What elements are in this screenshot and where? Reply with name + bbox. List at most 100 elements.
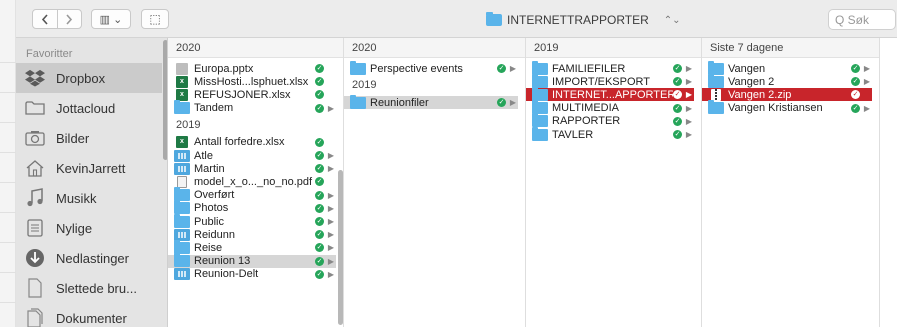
file-row[interactable]: Reunion-Delt ✓ ▶ bbox=[168, 268, 336, 281]
file-row[interactable]: Overført ✓ ▶ bbox=[168, 187, 336, 202]
file-row[interactable]: Vangen 2 ✓ ▶ bbox=[702, 73, 872, 88]
excel-file-icon: x bbox=[176, 75, 188, 88]
column-scrollbar[interactable] bbox=[338, 170, 343, 325]
file-row[interactable]: Atle ✓ ▶ bbox=[168, 149, 336, 162]
file-row[interactable]: Reunion 13 ✓ ▶ bbox=[168, 253, 336, 268]
file-row[interactable]: Martin ✓ ▶ bbox=[168, 162, 336, 175]
disclosure-arrow-icon: ▶ bbox=[327, 230, 335, 240]
file-name: Tandem bbox=[194, 102, 234, 115]
column-header: 2019 bbox=[526, 38, 701, 58]
file-row[interactable]: Reidunn ✓ ▶ bbox=[168, 228, 336, 241]
title-chevron-icon: ⌃⌄ bbox=[663, 14, 681, 26]
window-title[interactable]: INTERNETTRAPPORTER ⌃⌄ bbox=[486, 10, 681, 30]
disclosure-arrow-icon: ▶ bbox=[685, 77, 693, 87]
sidebar-item-bilder[interactable]: Bilder bbox=[16, 123, 162, 153]
pdf-file-icon bbox=[177, 175, 187, 188]
sidebar-item-dokumenter[interactable]: Dokumenter bbox=[16, 303, 162, 327]
document-outline-icon bbox=[24, 278, 46, 298]
disclosure-arrow-icon: ▶ bbox=[327, 103, 335, 113]
sync-status-icon: ✓ bbox=[315, 164, 324, 174]
sidebar-item-label: Nedlastinger bbox=[56, 250, 129, 266]
folder-icon bbox=[174, 213, 190, 228]
disclosure-arrow-icon: ▶ bbox=[509, 98, 517, 108]
file-row[interactable]: model_x_o..._no_no.pdf ✓ bbox=[168, 175, 336, 188]
sidebar-item-slettede-bru[interactable]: Slettede bru... bbox=[16, 273, 162, 303]
folder-icon bbox=[174, 239, 190, 254]
folder-icon bbox=[708, 73, 724, 88]
view-options-button[interactable]: ▥ ⌄ bbox=[91, 9, 131, 29]
file-row[interactable]: Reunionfiler ✓ ▶ bbox=[344, 94, 518, 110]
folder-icon bbox=[350, 60, 366, 75]
folder-icon bbox=[532, 86, 548, 101]
file-name: INTERNET...APPORTER bbox=[552, 88, 673, 101]
search-field[interactable]: Q Søk bbox=[828, 9, 896, 30]
sync-status-icon: ✓ bbox=[497, 64, 506, 73]
sidebar-item-musikk[interactable]: Musikk bbox=[16, 183, 162, 213]
disclosure-arrow-icon: ▶ bbox=[863, 103, 871, 113]
sidebar-item-label: Musikk bbox=[56, 190, 97, 206]
file-row[interactable]: Vangen 2.zip ✓ bbox=[702, 88, 872, 102]
disclosure-arrow-icon: ▶ bbox=[685, 90, 693, 100]
sync-status-icon: ✓ bbox=[315, 190, 324, 200]
disclosure-arrow-icon: ▶ bbox=[327, 256, 335, 266]
folder-icon bbox=[708, 100, 724, 115]
sync-status-icon: ✓ bbox=[315, 256, 324, 266]
disclosure-arrow-icon: ▶ bbox=[327, 151, 335, 160]
sidebar-item-dropbox[interactable]: Dropbox bbox=[16, 63, 162, 93]
sidebar-item-kevinjarrett[interactable]: KevinJarrett bbox=[16, 153, 162, 183]
folder-outline-icon bbox=[24, 98, 46, 118]
disclosure-arrow-icon: ▶ bbox=[863, 77, 871, 87]
folder-icon bbox=[532, 113, 548, 128]
powerpoint-file-icon bbox=[176, 62, 188, 75]
sync-status-icon: ✓ bbox=[673, 130, 682, 139]
sidebar-item-label: Bilder bbox=[56, 130, 90, 146]
file-row[interactable]: x Antall forfedre.xlsx ✓ bbox=[168, 136, 336, 149]
file-name: Vangen 2 bbox=[728, 75, 775, 88]
folder-icon bbox=[350, 94, 366, 109]
file-name: Public bbox=[194, 215, 224, 228]
file-row[interactable]: Vangen Kristiansen ✓ ▶ bbox=[702, 100, 872, 115]
file-name: Martin bbox=[194, 162, 225, 175]
disclosure-arrow-icon: ▶ bbox=[685, 64, 693, 73]
new-tab-button[interactable]: ⬚ bbox=[141, 9, 169, 29]
file-name: Perspective events bbox=[370, 62, 463, 75]
sidebar-item-label: Dropbox bbox=[56, 70, 106, 86]
file-name: IMPORT/EKSPORT bbox=[552, 75, 651, 88]
file-row[interactable]: TAVLER ✓ ▶ bbox=[526, 126, 694, 141]
file-row[interactable]: Vangen ✓ ▶ bbox=[702, 60, 872, 75]
file-row[interactable]: Reise ✓ ▶ bbox=[168, 239, 336, 254]
file-row[interactable]: x REFUSJONER.xlsx ✓ bbox=[168, 88, 336, 101]
file-name: RAPPORTER bbox=[552, 115, 621, 128]
zip-file-icon bbox=[711, 88, 721, 101]
sync-status-icon: ✓ bbox=[315, 203, 324, 213]
file-row[interactable]: Public ✓ ▶ bbox=[168, 213, 336, 228]
disclosure-arrow-icon: ▶ bbox=[685, 116, 693, 126]
disclosure-arrow-icon: ▶ bbox=[327, 269, 335, 279]
column-header: 2020 bbox=[168, 38, 343, 58]
file-row[interactable]: x MissHosti...lsphuet.xlsx ✓ bbox=[168, 75, 336, 88]
file-row[interactable]: MULTIMEDIA ✓ ▶ bbox=[526, 100, 694, 115]
sidebar-item-label: Slettede bru... bbox=[56, 280, 137, 296]
sync-status-icon: ✓ bbox=[851, 64, 860, 73]
sync-status-icon: ✓ bbox=[315, 243, 324, 253]
sidebar-item-nedlastinger[interactable]: Nedlastinger bbox=[16, 243, 162, 273]
disclosure-arrow-icon: ▶ bbox=[685, 130, 693, 139]
sync-status-icon: ✓ bbox=[315, 177, 324, 187]
file-name: Reunionfiler bbox=[370, 96, 429, 109]
file-row[interactable]: Photos ✓ ▶ bbox=[168, 200, 336, 215]
file-row[interactable]: IMPORT/EKSPORT ✓ ▶ bbox=[526, 73, 694, 88]
sync-status-icon: ✓ bbox=[673, 90, 682, 100]
back-button[interactable] bbox=[33, 10, 57, 28]
file-row[interactable]: RAPPORTER ✓ ▶ bbox=[526, 113, 694, 128]
sync-status-icon: ✓ bbox=[673, 116, 682, 126]
file-row[interactable]: INTERNET...APPORTER ✓ ▶ bbox=[526, 86, 694, 102]
file-row[interactable]: Perspective events ✓ ▶ bbox=[344, 60, 518, 75]
sidebar-item-nylige[interactable]: Nylige bbox=[16, 213, 162, 243]
file-row[interactable]: FAMILIEFILER ✓ ▶ bbox=[526, 60, 694, 75]
file-row[interactable]: Tandem ✓ ▶ bbox=[168, 100, 336, 115]
file-row[interactable]: Europa.pptx ✓ bbox=[168, 62, 336, 75]
sync-status-icon: ✓ bbox=[497, 98, 506, 108]
forward-button[interactable] bbox=[56, 10, 82, 28]
file-name: Reidunn bbox=[194, 228, 235, 241]
sidebar-item-jottacloud[interactable]: Jottacloud bbox=[16, 93, 162, 123]
